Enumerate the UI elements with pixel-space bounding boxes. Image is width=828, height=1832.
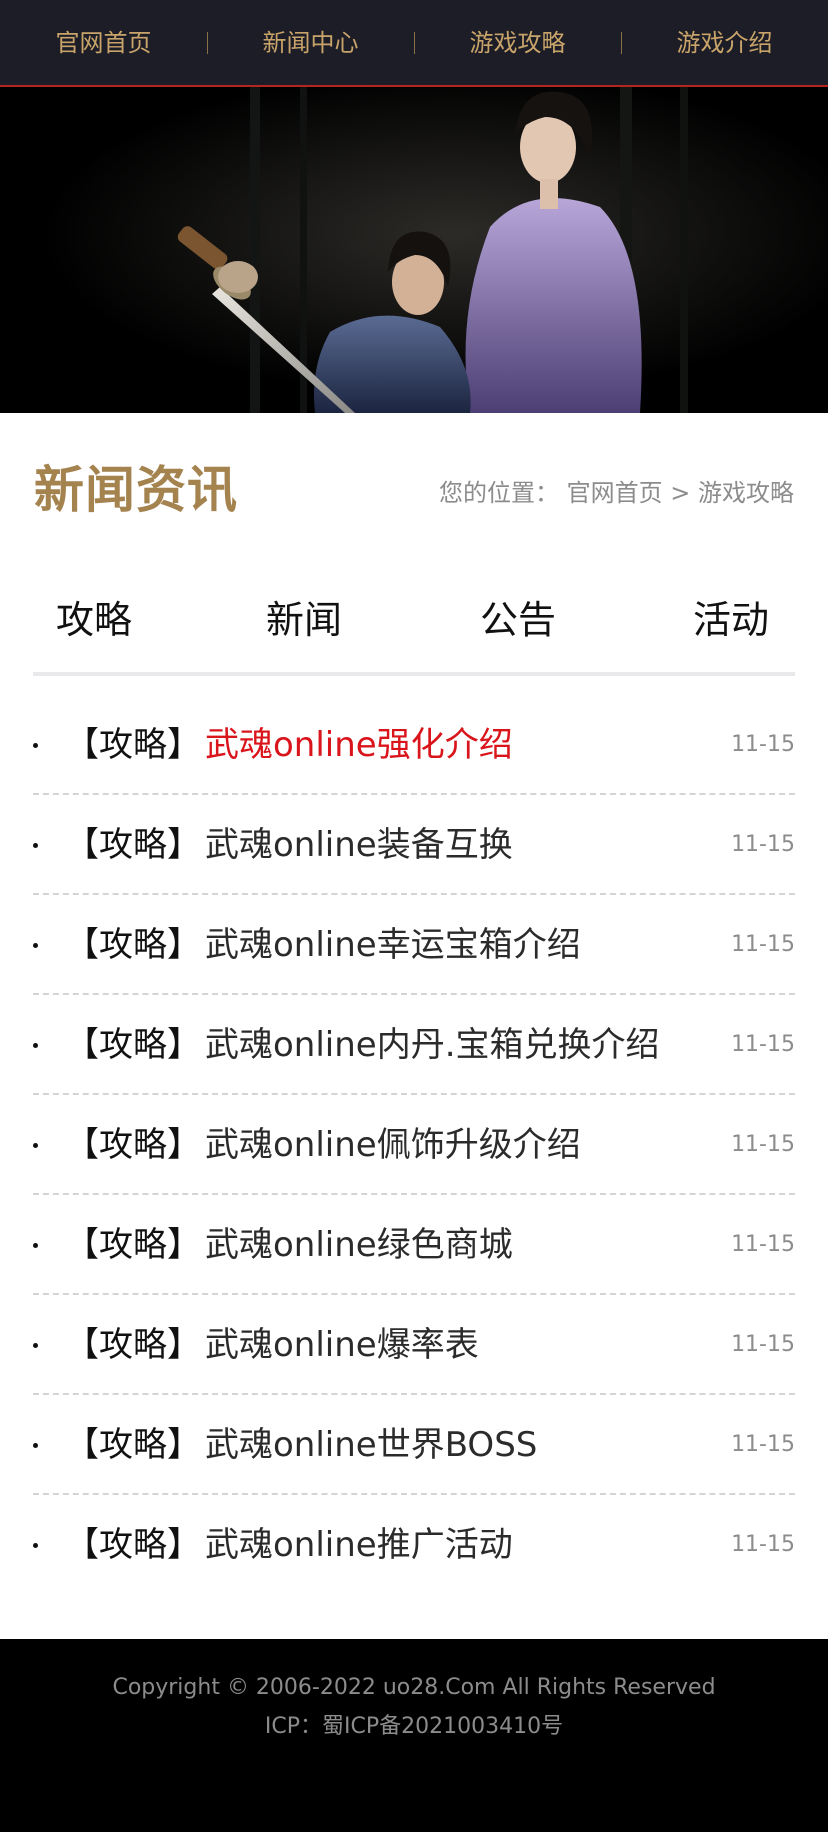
nav-item-game-guide[interactable]: 游戏攻略 (414, 0, 621, 85)
top-nav: 官网首页 新闻中心 游戏攻略 游戏介绍 (0, 0, 828, 87)
news-list: 【攻略】 武魂online强化介绍 11-15 【攻略】 武魂online装备互… (33, 695, 795, 1593)
breadcrumb-current[interactable]: 游戏攻略 (698, 479, 794, 507)
banner-artwork (0, 87, 828, 413)
news-date: 11-15 (731, 1332, 795, 1357)
news-category: 【攻略】 (65, 1325, 201, 1365)
news-category: 【攻略】 (65, 925, 201, 965)
bullet-icon (33, 1143, 38, 1148)
hero-banner (0, 87, 828, 413)
tab-guides[interactable]: 攻略 (56, 580, 132, 660)
news-title[interactable]: 武魂online幸运宝箱介绍 (205, 895, 581, 995)
bullet-icon (33, 1043, 38, 1048)
bullet-icon (33, 943, 38, 948)
news-title[interactable]: 武魂online绿色商城 (205, 1195, 513, 1295)
breadcrumb-home-link[interactable]: 官网首页 (567, 479, 663, 507)
news-date: 11-15 (731, 932, 795, 957)
bullet-icon (33, 1443, 38, 1448)
news-item[interactable]: 【攻略】 武魂online内丹.宝箱兑换介绍 11-15 (33, 995, 795, 1095)
news-title[interactable]: 武魂online推广活动 (205, 1495, 513, 1595)
news-category: 【攻略】 (65, 1025, 201, 1065)
news-category: 【攻略】 (65, 1225, 201, 1265)
bullet-icon (33, 843, 38, 848)
news-title[interactable]: 武魂online佩饰升级介绍 (205, 1095, 581, 1195)
news-item[interactable]: 【攻略】 武魂online装备互换 11-15 (33, 795, 795, 895)
news-item[interactable]: 【攻略】 武魂online爆率表 11-15 (33, 1295, 795, 1395)
bullet-icon (33, 1343, 38, 1348)
news-date: 11-15 (731, 732, 795, 757)
page-title: 新闻资讯 (34, 460, 238, 519)
bullet-icon (33, 1243, 38, 1248)
news-item[interactable]: 【攻略】 武魂online佩饰升级介绍 11-15 (33, 1095, 795, 1195)
breadcrumb-prefix: 您的位置： (438, 479, 559, 507)
news-date: 11-15 (731, 1032, 795, 1057)
news-category: 【攻略】 (65, 1525, 201, 1565)
news-title[interactable]: 武魂online装备互换 (205, 795, 513, 895)
news-item[interactable]: 【攻略】 武魂online世界BOSS 11-15 (33, 1395, 795, 1495)
news-date: 11-15 (731, 1532, 795, 1557)
nav-item-home[interactable]: 官网首页 (0, 0, 207, 85)
tab-events[interactable]: 活动 (693, 580, 769, 660)
news-category: 【攻略】 (65, 1125, 201, 1165)
news-item[interactable]: 【攻略】 武魂online幸运宝箱介绍 11-15 (33, 895, 795, 995)
breadcrumb: 您的位置： 官网首页 > 游戏攻略 (439, 473, 794, 513)
breadcrumb-separator: > (670, 479, 691, 507)
news-title[interactable]: 武魂online强化介绍 (205, 695, 513, 795)
nav-item-news-center[interactable]: 新闻中心 (207, 0, 414, 85)
news-item[interactable]: 【攻略】 武魂online强化介绍 11-15 (33, 695, 795, 795)
news-category: 【攻略】 (65, 725, 201, 765)
news-date: 11-15 (731, 1132, 795, 1157)
news-date: 11-15 (731, 1232, 795, 1257)
news-title[interactable]: 武魂online内丹.宝箱兑换介绍 (205, 995, 660, 1095)
news-item[interactable]: 【攻略】 武魂online推广活动 11-15 (33, 1495, 795, 1593)
news-category: 【攻略】 (65, 825, 201, 865)
tab-announcements[interactable]: 公告 (480, 580, 556, 660)
footer-copyright: Copyright © 2006-2022 uo28.Com All Right… (112, 1675, 716, 1700)
nav-item-game-intro[interactable]: 游戏介绍 (621, 0, 828, 85)
news-date: 11-15 (731, 832, 795, 857)
news-title[interactable]: 武魂online世界BOSS (205, 1395, 537, 1495)
news-category: 【攻略】 (65, 1425, 201, 1465)
news-date: 11-15 (731, 1432, 795, 1457)
footer: Copyright © 2006-2022 uo28.Com All Right… (0, 1639, 828, 1832)
category-tabs: 攻略 新闻 公告 活动 (33, 580, 795, 676)
bullet-icon (33, 1543, 38, 1548)
news-item[interactable]: 【攻略】 武魂online绿色商城 11-15 (33, 1195, 795, 1295)
news-title[interactable]: 武魂online爆率表 (205, 1295, 479, 1395)
bullet-icon (33, 743, 38, 748)
tab-news[interactable]: 新闻 (266, 580, 342, 660)
footer-icp[interactable]: ICP：蜀ICP备2021003410号 (0, 1712, 828, 1742)
